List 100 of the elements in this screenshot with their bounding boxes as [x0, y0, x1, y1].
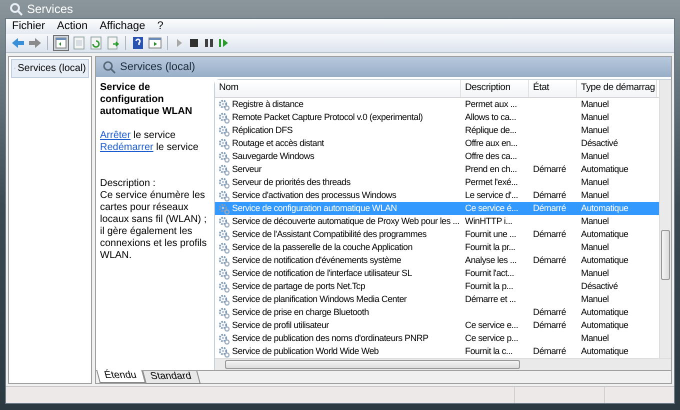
window-title: Services [27, 1, 74, 18]
gear-icon [218, 164, 230, 176]
action-text: Redémarrer le service [100, 142, 200, 154]
table-cell: Sauvegarde Windows [232, 150, 314, 163]
table-cell: Fournit la p... [465, 281, 514, 291]
view-tab[interactable]: Étendu [96, 370, 146, 383]
table-cell: Manuel [581, 125, 609, 135]
tree-item[interactable]: Services (local) [11, 59, 89, 78]
action-link[interactable]: Arrêter [100, 130, 131, 141]
table-cell: Démarré [533, 307, 566, 317]
table-cell: Manuel [581, 190, 609, 200]
table-cell: Automatique [581, 164, 628, 174]
table-cell: Service de publication World Wide Web [232, 345, 379, 358]
forward-icon[interactable] [28, 37, 42, 49]
gear-icon [218, 124, 230, 136]
gear-icon [218, 112, 230, 124]
table-cell: Permet l'exé... [465, 177, 518, 187]
table-cell: Registre à distance [232, 98, 304, 111]
column-header[interactable]: Nom [215, 80, 461, 97]
menu-item[interactable]: Action [57, 18, 88, 35]
table-cell: Désactivé [581, 138, 618, 148]
table-cell: Serveur de priorités des threads [232, 176, 350, 189]
column-header[interactable]: Description [461, 80, 529, 97]
table-cell: Service d'activation des processus Windows [232, 189, 396, 202]
pane-title: Services (local) [120, 60, 196, 75]
table-cell: Manuel [581, 294, 609, 304]
scroll-thumb[interactable] [225, 360, 520, 369]
table-cell: Service de profil utilisateur [232, 319, 329, 332]
console-tree-icon[interactable] [53, 35, 69, 51]
table-cell: Ce service e... [465, 320, 518, 330]
table-cell: Service de notification de l'interface utilisateur SL [232, 267, 412, 280]
table-cell: Réplication DFS [232, 124, 293, 137]
gear-icon [218, 280, 230, 292]
gear-icon [218, 176, 230, 188]
table-cell: Analyse les ... [465, 255, 517, 265]
gear-icon [218, 268, 230, 280]
horizontal-scrollbar[interactable] [215, 358, 671, 370]
table-cell: Manuel [581, 177, 609, 187]
table-cell: Automatique [581, 346, 628, 356]
table-cell: Automatique [581, 229, 628, 239]
column-header[interactable]: Type de démarrag [577, 80, 657, 97]
table-cell: Fournit l'act... [465, 268, 514, 278]
table-cell: Offre des ca... [465, 151, 517, 161]
menu-item[interactable]: Fichier [12, 18, 46, 35]
view-tab[interactable]: Standard [142, 371, 200, 384]
table-cell: Démarré [533, 229, 566, 239]
table-cell: Service de configuration automatique WLAN [232, 202, 397, 215]
table-cell: Manuel [581, 333, 609, 343]
gear-icon [218, 254, 230, 266]
table-cell: Serveur [232, 163, 262, 176]
table-cell: Démarré [533, 320, 566, 330]
action-link[interactable]: Redémarrer [100, 142, 154, 153]
export-icon[interactable] [106, 36, 120, 50]
table-cell: Automatique [581, 203, 628, 213]
gear-icon [218, 138, 230, 150]
table-cell: Automatique [581, 255, 628, 265]
stop-icon[interactable] [188, 37, 200, 49]
table-cell: Service de prise en charge Bluetooth [232, 306, 369, 319]
table-cell: Service de notification d'événements système [232, 254, 402, 267]
service-title: Service de configuration automatique WLAN [100, 82, 194, 118]
table-cell: Service de l'Assistant Compatibilité des programmes [232, 228, 427, 241]
table-cell: Fournit une ... [465, 229, 516, 239]
table-cell: Démarré [533, 255, 566, 265]
table-cell: Routage et accès distant [232, 137, 324, 150]
table-cell: Réplique de... [465, 125, 516, 135]
scroll-thumb[interactable] [661, 230, 670, 280]
pause-icon[interactable] [203, 37, 215, 49]
gear-icon [218, 150, 230, 162]
table-cell: Manuel [581, 151, 609, 161]
table-cell: Désactivé [581, 281, 618, 291]
table-cell: Manuel [581, 242, 609, 252]
vertical-scrollbar[interactable] [659, 80, 671, 358]
table-cell: Remote Packet Capture Protocol v.0 (experimental) [232, 111, 423, 124]
table-cell: Prend en ch... [465, 164, 517, 174]
table-cell: Démarré [533, 346, 566, 356]
table-cell: Service de découverte automatique de Proxy Web pour les ... [232, 215, 460, 228]
menu-item[interactable]: Affichage [100, 18, 146, 35]
back-icon[interactable] [11, 37, 25, 49]
description-text: Ce service énumère les cartes pour réseaux locaux sans fil (WLAN) ; il gère également les connexions et les profils WLAN. [100, 190, 208, 262]
window-icon[interactable] [148, 36, 162, 50]
menu-item[interactable]: ? [157, 18, 164, 35]
table-cell: Fournit la c... [465, 346, 513, 356]
column-header[interactable]: État [529, 80, 577, 97]
table-cell: Démarré [533, 164, 566, 174]
refresh-icon[interactable] [89, 36, 103, 50]
page-icon[interactable] [72, 36, 86, 50]
gear-icon [218, 332, 230, 344]
table-cell: Ce service é... [465, 203, 518, 213]
table-cell: Automatique [581, 307, 628, 317]
description-label: Description : [100, 178, 157, 190]
table-cell: Permet aux ... [465, 99, 517, 109]
help-icon[interactable] [131, 36, 145, 50]
table-cell: Démarré [533, 203, 566, 213]
table-cell: Manuel [581, 216, 609, 226]
gear-icon [218, 216, 230, 228]
table-cell: Manuel [581, 99, 609, 109]
table-cell: Manuel [581, 268, 609, 278]
gear-icon [218, 228, 230, 240]
table-cell: Service de publication des noms d'ordinateurs PNRP [232, 332, 428, 345]
table-cell: Service de la passerelle de la couche Application [232, 241, 412, 254]
